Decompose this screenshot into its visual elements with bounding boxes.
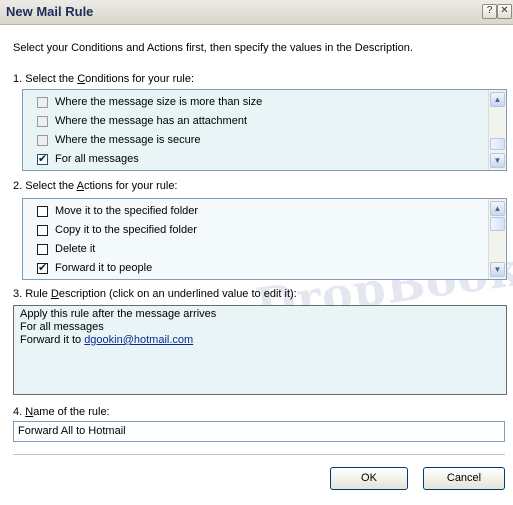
help-icon[interactable]: ?: [482, 4, 497, 19]
checkbox[interactable]: [37, 224, 48, 236]
checkbox[interactable]: [37, 115, 48, 127]
conditions-scrollbar[interactable]: ▲ ▼: [488, 90, 506, 170]
scroll-down-icon[interactable]: ▼: [490, 153, 505, 168]
conditions-label: 1. Select the Conditions for your rule:: [13, 73, 195, 85]
actions-label: 2. Select the Actions for your rule:: [13, 180, 178, 192]
title-bar[interactable]: New Mail Rule ? ✕: [0, 0, 513, 25]
scroll-thumb[interactable]: [490, 138, 505, 150]
condition-item-size[interactable]: Where the message size is more than size: [37, 94, 262, 110]
description-line-forward: Forward it to dgookin@hotmail.com: [20, 334, 194, 346]
action-item-move[interactable]: Move it to the specified folder: [37, 203, 198, 219]
action-item-delete[interactable]: Delete it: [37, 241, 95, 257]
ok-button[interactable]: OK: [330, 467, 408, 490]
close-icon[interactable]: ✕: [497, 4, 512, 19]
checkmark-icon: ✔: [38, 261, 48, 274]
rule-description-box[interactable]: Apply this rule after the message arrive…: [13, 305, 507, 395]
description-label: 3. Rule Description (click on an underli…: [13, 288, 297, 300]
scroll-thumb[interactable]: [490, 217, 505, 231]
condition-item-all-messages[interactable]: ✔ For all messages: [37, 151, 139, 167]
cancel-button[interactable]: Cancel: [423, 467, 505, 490]
rule-name-input[interactable]: Forward All to Hotmail: [13, 421, 505, 442]
checkbox-checked[interactable]: ✔: [37, 152, 48, 165]
checkbox[interactable]: [37, 134, 48, 146]
actions-list[interactable]: Move it to the specified folder Copy it …: [22, 198, 507, 280]
dialog-body: DropBook Select your Conditions and Acti…: [0, 25, 513, 505]
checkbox[interactable]: [37, 243, 48, 255]
checkbox-checked[interactable]: ✔: [37, 261, 48, 274]
condition-item-attachment[interactable]: Where the message has an attachment: [37, 113, 247, 129]
intro-text: Select your Conditions and Actions first…: [13, 42, 413, 54]
scroll-up-icon[interactable]: ▲: [490, 92, 505, 107]
rule-name-label: 4. Name of the rule:: [13, 406, 110, 418]
scroll-down-icon[interactable]: ▼: [490, 262, 505, 277]
checkbox[interactable]: [37, 205, 48, 217]
divider: [13, 454, 505, 455]
scroll-up-icon[interactable]: ▲: [490, 201, 505, 216]
action-item-copy[interactable]: Copy it to the specified folder: [37, 222, 197, 238]
forward-address-link[interactable]: dgookin@hotmail.com: [84, 334, 193, 346]
conditions-list[interactable]: Where the message size is more than size…: [22, 89, 507, 171]
action-item-forward[interactable]: ✔ Forward it to people: [37, 260, 152, 276]
checkbox[interactable]: [37, 96, 48, 108]
window-title: New Mail Rule: [6, 4, 94, 19]
condition-item-secure[interactable]: Where the message is secure: [37, 132, 201, 148]
description-line: For all messages: [20, 321, 104, 333]
checkmark-icon: ✔: [38, 152, 48, 165]
description-line: Apply this rule after the message arrive…: [20, 308, 217, 320]
actions-scrollbar[interactable]: ▲ ▼: [488, 199, 506, 279]
